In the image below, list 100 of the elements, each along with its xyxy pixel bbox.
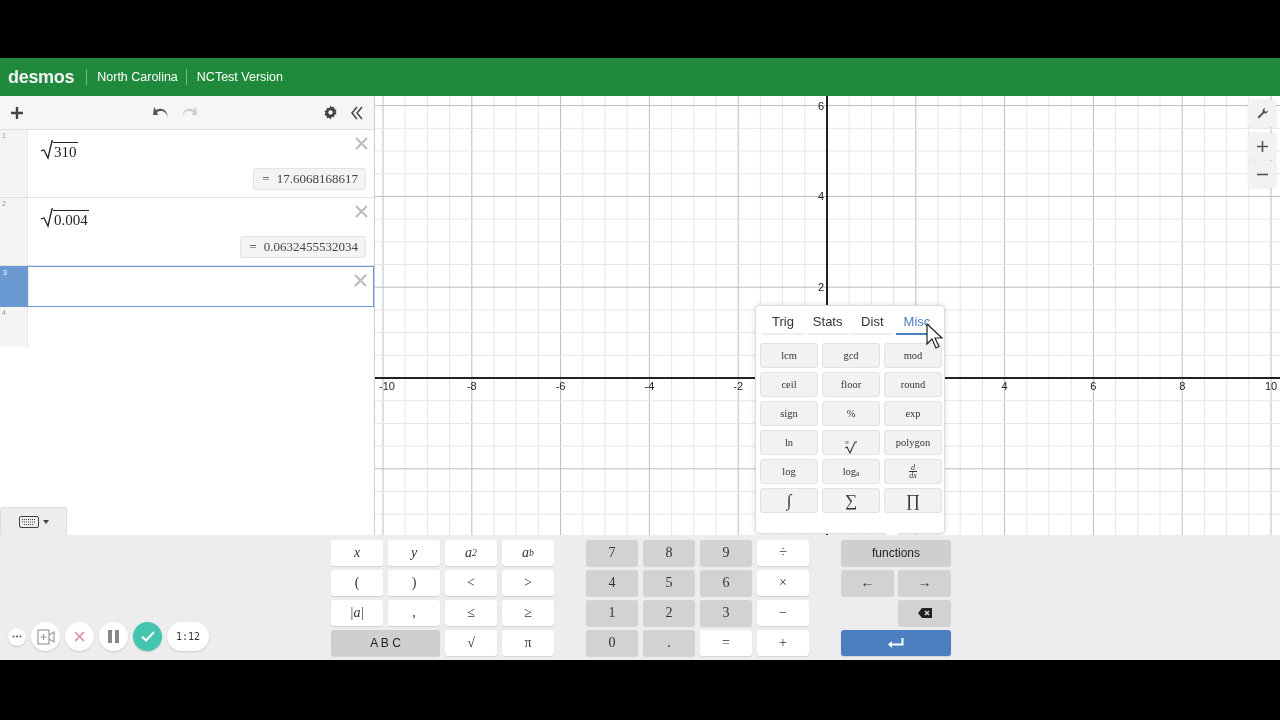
function-key[interactable]: log xyxy=(760,459,818,484)
radical-icon xyxy=(41,208,53,228)
axis-label: 8 xyxy=(1179,380,1186,392)
tab[interactable]: Dist xyxy=(851,312,894,335)
close-icon[interactable] xyxy=(355,137,368,150)
keypad-key[interactable] xyxy=(898,600,951,626)
radicand: 0.004 xyxy=(53,210,89,229)
collapse-icon[interactable] xyxy=(350,105,364,120)
keypad-key[interactable]: = xyxy=(700,630,752,656)
wrench-icon xyxy=(1255,107,1269,120)
cancel-button[interactable] xyxy=(65,622,94,651)
axis-label: -8 xyxy=(466,380,477,392)
keypad-key[interactable]: functions xyxy=(841,540,951,566)
close-icon xyxy=(74,631,85,642)
plus-icon xyxy=(1256,141,1268,152)
function-key[interactable]: ∫ xyxy=(760,488,818,513)
function-key[interactable]: ∏ xyxy=(884,488,942,513)
axis-label: 6 xyxy=(1090,380,1097,392)
add-icon[interactable] xyxy=(10,105,24,120)
function-key[interactable]: polygon xyxy=(884,430,942,455)
keypad-key[interactable]: ( xyxy=(331,570,383,596)
pause-icon xyxy=(108,630,119,643)
keypad-key[interactable]: − xyxy=(757,600,809,626)
keypad-key[interactable]: 6 xyxy=(700,570,752,596)
backspace-icon xyxy=(917,608,932,618)
keypad-key[interactable]: → xyxy=(898,570,951,596)
function-key[interactable]: exp xyxy=(884,401,942,426)
keyboard-icon xyxy=(18,515,49,528)
enter-icon xyxy=(888,638,904,648)
tab[interactable]: Stats xyxy=(806,312,849,335)
header-title: North Carolina xyxy=(97,70,178,84)
axis-label: 4 xyxy=(817,190,824,203)
axis-label: -6 xyxy=(555,380,566,392)
keypad-key[interactable]: 3 xyxy=(700,600,752,626)
zoom-in-button[interactable] xyxy=(1248,133,1276,160)
function-key[interactable]: lcm xyxy=(760,343,818,368)
keypad-key[interactable]: 0 xyxy=(586,630,638,656)
radical-icon xyxy=(844,441,857,454)
keyboard-toggle[interactable] xyxy=(0,507,67,535)
axis-label: 4 xyxy=(1001,380,1008,392)
keypad-key[interactable]: 2 xyxy=(643,600,695,626)
keypad-key[interactable]: 4 xyxy=(586,570,638,596)
timer: 1:12 xyxy=(167,622,210,651)
graph-settings-button[interactable] xyxy=(1248,100,1276,127)
header-title: NCTest Version xyxy=(196,70,283,84)
pause-button[interactable] xyxy=(99,622,128,651)
keypad-key[interactable]: × xyxy=(757,570,809,596)
keypad-key[interactable]: ) xyxy=(388,570,440,596)
tab[interactable]: Trig xyxy=(762,312,804,335)
axis-label: -2 xyxy=(733,380,744,392)
axis-label: -10 xyxy=(379,380,395,392)
more-icon xyxy=(12,635,22,638)
keypad-key[interactable]: |a| xyxy=(331,600,383,626)
add-video-button[interactable] xyxy=(31,622,60,651)
result-value: = 0.0632455532034 xyxy=(240,236,366,258)
video-add-icon xyxy=(36,628,55,645)
keypad-key[interactable]: ← xyxy=(841,570,894,596)
keypad-key[interactable]: + xyxy=(757,630,809,656)
close-icon[interactable] xyxy=(355,205,368,218)
keypad-key[interactable]: 1 xyxy=(586,600,638,626)
keypad-key[interactable]: 7 xyxy=(586,540,638,566)
keypad-key[interactable]: . xyxy=(643,630,695,656)
keypad-key[interactable]: A B C xyxy=(331,630,440,656)
axis-label: -4 xyxy=(644,380,655,392)
done-button[interactable] xyxy=(133,622,162,651)
keypad-key[interactable]: 9 xyxy=(700,540,752,566)
function-key[interactable]: sign xyxy=(760,401,818,426)
keypad-key[interactable]: < xyxy=(445,570,497,596)
settings-icon[interactable] xyxy=(323,105,338,120)
keypad-key[interactable]: 5 xyxy=(643,570,695,596)
more-button[interactable] xyxy=(8,627,26,646)
function-key[interactable]: mod xyxy=(884,343,942,368)
keypad-key[interactable]: √ xyxy=(445,630,497,656)
radicand: 310 xyxy=(53,142,78,161)
checkmark-icon xyxy=(140,631,155,642)
result-value: = 17.6068168617 xyxy=(253,168,366,190)
keypad-key[interactable]: ≤ xyxy=(445,600,497,626)
undo-icon[interactable] xyxy=(153,107,169,118)
function-key[interactable]: round xyxy=(884,372,942,397)
keypad-key[interactable]: 8 xyxy=(643,540,695,566)
logo: desmos xyxy=(8,66,75,88)
radical-icon xyxy=(41,140,53,160)
keypad-key[interactable]: ÷ xyxy=(757,540,809,566)
function-key[interactable]: % xyxy=(822,401,880,426)
axis-label: 10 xyxy=(1264,380,1278,392)
keypad-key[interactable]: x xyxy=(331,540,383,566)
function-key[interactable]: floor xyxy=(822,372,880,397)
keypad-key[interactable]: y xyxy=(388,540,440,566)
close-icon[interactable] xyxy=(354,274,367,287)
keypad-key[interactable]: , xyxy=(388,600,440,626)
function-key[interactable]: ln xyxy=(760,430,818,455)
function-key[interactable]: ceil xyxy=(760,372,818,397)
axis-label: 6 xyxy=(817,99,824,112)
keypad-key[interactable]: π xyxy=(502,630,554,656)
keypad-key[interactable]: ≥ xyxy=(502,600,554,626)
function-key[interactable]: ∑ xyxy=(822,488,880,513)
keypad-key[interactable]: > xyxy=(502,570,554,596)
function-key[interactable]: log$_{a}$ xyxy=(822,459,880,484)
function-key[interactable]: d dx xyxy=(884,459,942,484)
function-key[interactable]: gcd xyxy=(822,343,880,368)
